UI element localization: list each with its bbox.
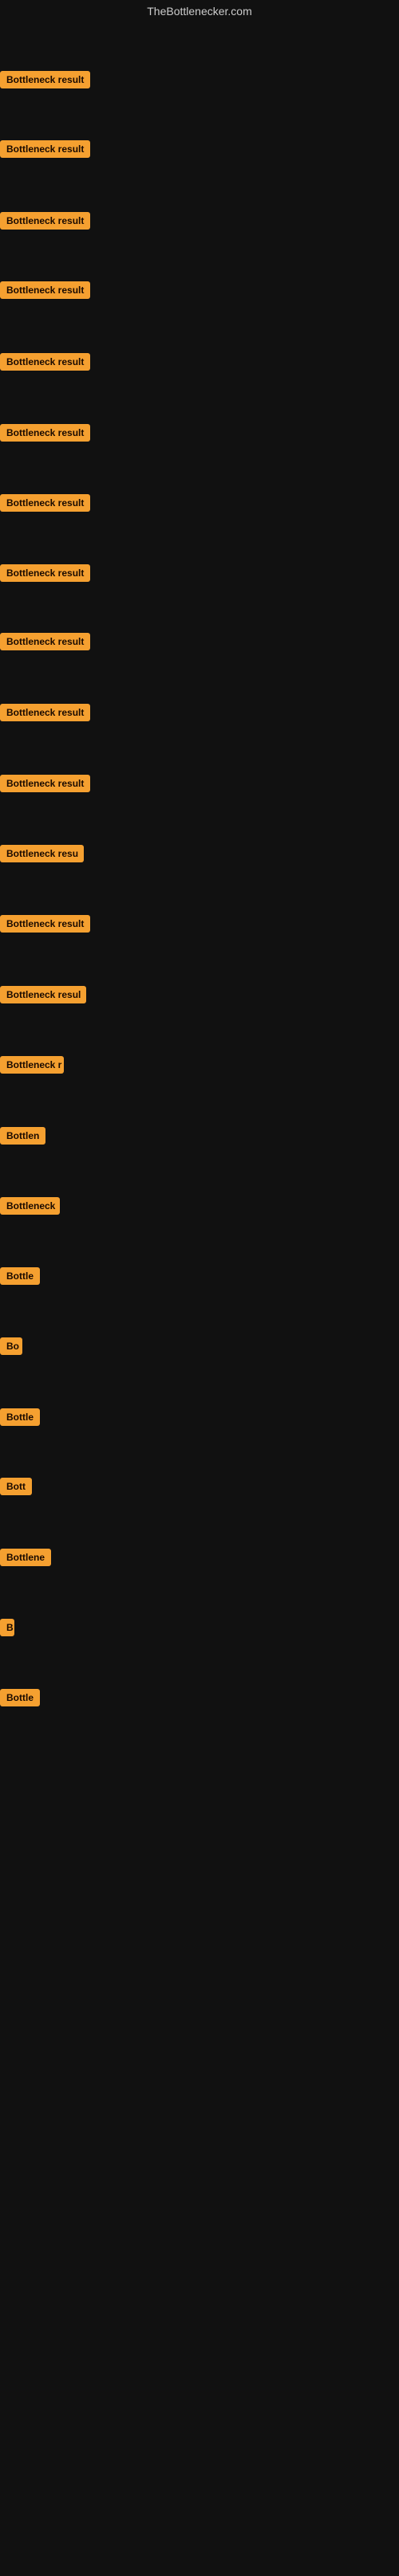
site-title: TheBottlenecker.com [0, 0, 399, 26]
bottleneck-badge-13[interactable]: Bottleneck result [0, 915, 90, 933]
bottleneck-badge-7[interactable]: Bottleneck result [0, 494, 90, 512]
bottleneck-badge-row-23: B [0, 1619, 14, 1640]
bottleneck-badge-19[interactable]: Bo [0, 1337, 22, 1355]
bottleneck-badge-row-5: Bottleneck result [0, 353, 90, 375]
bottleneck-badge-5[interactable]: Bottleneck result [0, 353, 90, 371]
bottleneck-badge-24[interactable]: Bottle [0, 1689, 40, 1706]
bottleneck-badge-21[interactable]: Bott [0, 1478, 32, 1495]
bottleneck-badge-row-9: Bottleneck result [0, 633, 90, 654]
bottleneck-badge-15[interactable]: Bottleneck r [0, 1056, 64, 1074]
bottleneck-badge-4[interactable]: Bottleneck result [0, 281, 90, 299]
bottleneck-badge-row-11: Bottleneck result [0, 775, 90, 796]
bottleneck-badge-18[interactable]: Bottle [0, 1267, 40, 1285]
bottleneck-badge-14[interactable]: Bottleneck resul [0, 986, 86, 1003]
bottleneck-badge-row-17: Bottleneck [0, 1197, 60, 1219]
bottleneck-badge-row-22: Bottlene [0, 1549, 51, 1570]
bottleneck-badge-row-4: Bottleneck result [0, 281, 90, 303]
bottleneck-badge-row-12: Bottleneck resu [0, 845, 84, 866]
bottleneck-badge-row-3: Bottleneck result [0, 212, 90, 234]
bottleneck-badge-row-6: Bottleneck result [0, 424, 90, 446]
bottleneck-badge-11[interactable]: Bottleneck result [0, 775, 90, 792]
bottleneck-badge-row-19: Bo [0, 1337, 22, 1359]
bottleneck-badge-20[interactable]: Bottle [0, 1408, 40, 1426]
bottleneck-badge-row-13: Bottleneck result [0, 915, 90, 937]
bottleneck-badge-8[interactable]: Bottleneck result [0, 564, 90, 582]
bottleneck-badge-row-15: Bottleneck r [0, 1056, 64, 1078]
bottleneck-badge-row-14: Bottleneck resul [0, 986, 86, 1007]
bottleneck-badge-row-20: Bottle [0, 1408, 40, 1430]
bottleneck-badge-3[interactable]: Bottleneck result [0, 212, 90, 230]
bottleneck-badge-row-18: Bottle [0, 1267, 40, 1289]
bottleneck-badge-12[interactable]: Bottleneck resu [0, 845, 84, 862]
bottleneck-badge-1[interactable]: Bottleneck result [0, 71, 90, 88]
bottleneck-badge-17[interactable]: Bottleneck [0, 1197, 60, 1215]
bottleneck-badge-16[interactable]: Bottlen [0, 1127, 45, 1145]
bottleneck-badge-row-24: Bottle [0, 1689, 40, 1710]
bottleneck-badge-row-1: Bottleneck result [0, 71, 90, 92]
bottleneck-badge-row-8: Bottleneck result [0, 564, 90, 586]
bottleneck-badge-22[interactable]: Bottlene [0, 1549, 51, 1566]
bottleneck-badge-row-7: Bottleneck result [0, 494, 90, 516]
bottleneck-badge-6[interactable]: Bottleneck result [0, 424, 90, 442]
bottleneck-badge-2[interactable]: Bottleneck result [0, 140, 90, 158]
bottleneck-badge-9[interactable]: Bottleneck result [0, 633, 90, 650]
bottleneck-badge-row-2: Bottleneck result [0, 140, 90, 162]
bottleneck-badge-23[interactable]: B [0, 1619, 14, 1636]
bottleneck-badge-row-21: Bott [0, 1478, 32, 1499]
bottleneck-badge-10[interactable]: Bottleneck result [0, 704, 90, 721]
bottleneck-badge-row-16: Bottlen [0, 1127, 45, 1149]
bottleneck-badge-row-10: Bottleneck result [0, 704, 90, 725]
